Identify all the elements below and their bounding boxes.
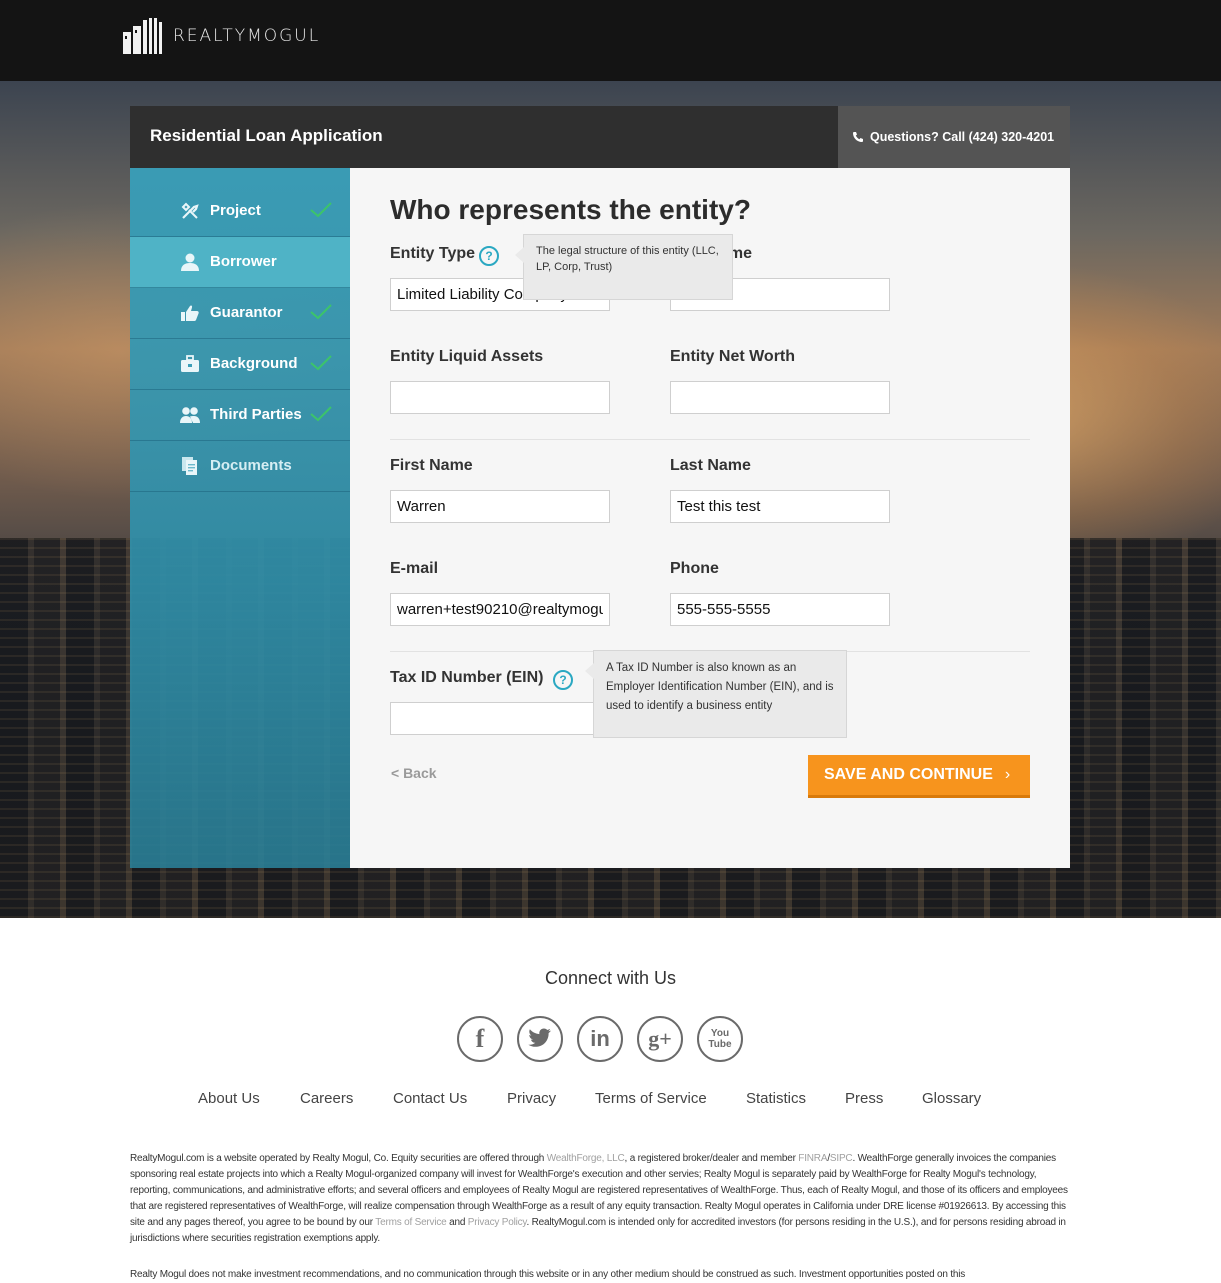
finra-link[interactable]: FINRA — [798, 1153, 827, 1164]
sidebar-item-label: Documents — [210, 457, 292, 474]
youtube-icon[interactable]: You Tube — [697, 1016, 743, 1062]
first-name-label: First Name — [390, 457, 473, 474]
entity-net-worth-field[interactable] — [670, 381, 890, 414]
phone-field[interactable] — [670, 593, 890, 626]
page-title: Residential Loan Application — [150, 126, 383, 145]
legal-text: and — [446, 1217, 468, 1228]
footer-link-privacy[interactable]: Privacy — [507, 1090, 556, 1107]
checkmark-icon — [310, 406, 332, 422]
phone-text: Questions? Call (424) 320-4201 — [870, 130, 1055, 144]
phone-contact[interactable]: Questions? Call (424) 320-4201 — [838, 106, 1070, 168]
email-label: E-mail — [390, 560, 439, 577]
entity-liquid-assets-label: Entity Liquid Assets — [390, 348, 544, 365]
tax-id-tooltip: A Tax ID Number is also known as an Empl… — [585, 650, 847, 738]
sidebar-item-label: Background — [210, 355, 298, 372]
checkmark-icon — [310, 304, 332, 320]
save-and-continue-button[interactable]: SAVE AND CONTINUE › — [808, 755, 1030, 798]
footer-link-careers[interactable]: Careers — [300, 1090, 353, 1107]
sidebar-item-guarantor[interactable]: Guarantor — [130, 288, 350, 339]
entity-net-worth-label: Entity Net Worth — [670, 348, 796, 365]
documents-icon — [182, 457, 197, 475]
save-button-label: SAVE AND CONTINUE — [824, 766, 993, 783]
sidebar-item-background[interactable]: Background — [130, 339, 350, 390]
google-plus-icon[interactable]: g+ — [637, 1016, 683, 1062]
brand-name: REALTYMOGUL — [173, 26, 321, 46]
checkmark-icon — [310, 355, 332, 371]
footer-link-statistics[interactable]: Statistics — [746, 1090, 806, 1107]
last-name-label: Last Name — [670, 457, 751, 474]
entity-type-label: Entity Type — [390, 245, 476, 262]
tax-id-field[interactable] — [390, 702, 610, 735]
realtymogul-logo[interactable]: REALTYMOGUL — [123, 18, 320, 54]
footer-link-glossary[interactable]: Glossary — [922, 1090, 981, 1107]
phone-label: Phone — [670, 560, 719, 577]
wealthforge-link[interactable]: WealthForge, LLC — [547, 1153, 625, 1164]
legal-disclaimer-2: Realty Mogul does not make investment re… — [130, 1269, 966, 1280]
twitter-bird-icon — [528, 1028, 551, 1047]
sipc-link[interactable]: SIPC — [830, 1153, 853, 1164]
thumbs-up-icon — [181, 305, 199, 321]
sidebar-item-label: Guarantor — [210, 304, 283, 321]
entity-liquid-assets-field[interactable] — [390, 381, 610, 414]
sidebar-item-borrower[interactable]: Borrower — [130, 237, 350, 288]
briefcase-icon — [181, 355, 199, 372]
chevron-right-icon: › — [1004, 766, 1011, 783]
step-sidebar: Project Borrower Guarantor Background Th… — [130, 168, 350, 868]
phone-icon — [853, 132, 863, 142]
sidebar-item-label: Project — [210, 202, 261, 219]
facebook-icon[interactable]: f — [457, 1016, 503, 1062]
sidebar-item-label: Borrower — [210, 253, 277, 270]
twitter-icon[interactable] — [517, 1016, 563, 1062]
footer-link-terms-of-service[interactable]: Terms of Service — [595, 1090, 707, 1107]
people-icon — [180, 407, 200, 423]
last-name-field[interactable] — [670, 490, 890, 523]
connect-title: Connect with Us — [544, 968, 677, 988]
terms-of-service-link[interactable]: Terms of Service — [375, 1217, 446, 1228]
first-name-field[interactable] — [390, 490, 610, 523]
form-title: Who represents the entity? — [390, 194, 751, 225]
footer-link-press[interactable]: Press — [845, 1090, 883, 1107]
linkedin-icon[interactable]: in — [577, 1016, 623, 1062]
email-field[interactable] — [390, 593, 610, 626]
back-link[interactable]: < Back — [391, 765, 437, 781]
footer: Connect with Us f in g+ You Tube About U… — [0, 918, 1221, 1283]
help-icon[interactable]: ? — [479, 246, 499, 266]
legal-text: RealtyMogul.com is a website operated by… — [130, 1153, 547, 1164]
footer-link-contact-us[interactable]: Contact Us — [393, 1090, 467, 1107]
tax-id-label: Tax ID Number (EIN) — [390, 669, 544, 686]
sidebar-item-label: Third Parties — [210, 406, 302, 423]
section-divider — [390, 439, 1030, 440]
legal-disclaimer: RealtyMogul.com is a website operated by… — [130, 1151, 1075, 1247]
legal-text: , a registered broker/dealer and member — [624, 1153, 799, 1164]
sidebar-item-third-parties[interactable]: Third Parties — [130, 390, 350, 441]
footer-link-about-us[interactable]: About Us — [198, 1090, 260, 1107]
sidebar-item-documents[interactable]: Documents — [130, 441, 350, 492]
privacy-policy-link[interactable]: Privacy Policy — [468, 1217, 527, 1228]
tools-icon — [181, 202, 199, 219]
application-header: Residential Loan Application Questions? … — [130, 106, 1070, 168]
form-panel: Who represents the entity? Entity Type ?… — [350, 168, 1070, 868]
person-icon — [181, 253, 199, 271]
checkmark-icon — [310, 202, 332, 218]
sidebar-item-project[interactable]: Project — [130, 186, 350, 237]
top-navbar: REALTYMOGUL — [0, 0, 1221, 81]
help-icon[interactable]: ? — [553, 670, 573, 690]
buildings-logo-icon — [123, 18, 162, 54]
entity-type-tooltip: The legal structure of this entity (LLC,… — [515, 234, 733, 300]
